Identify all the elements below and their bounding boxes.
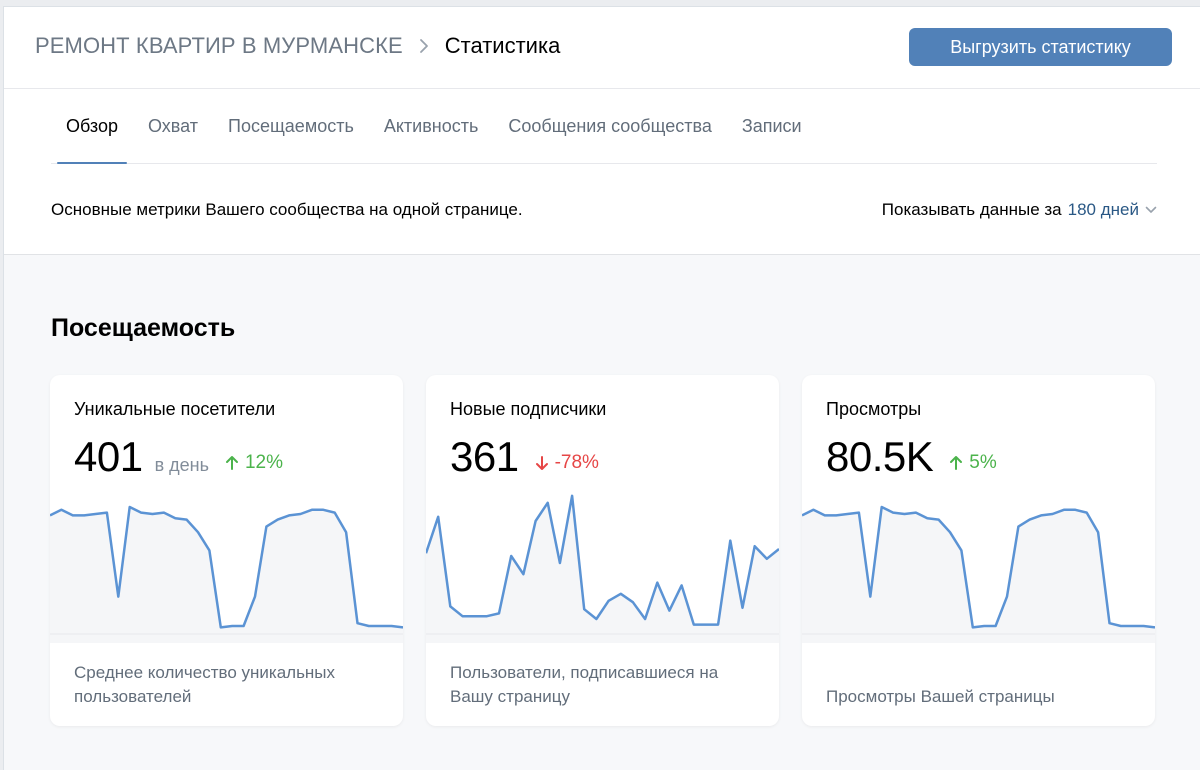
metric-card-new-subscribers[interactable]: Новые подписчики 361 -78% Пользователи, … xyxy=(426,375,779,726)
card-description: Среднее количество уникальных пользовате… xyxy=(74,663,336,706)
breadcrumb-community-link[interactable]: РЕМОНТ КВАРТИР В МУРМАНСКЕ xyxy=(35,33,403,59)
metric-card-unique-visitors[interactable]: Уникальные посетители 401 в день 12% Сре… xyxy=(50,375,403,726)
tab-posts[interactable]: Записи xyxy=(727,89,817,163)
chart-area xyxy=(50,507,403,643)
section-title: Посещаемость xyxy=(51,314,236,342)
metric-card-page-views[interactable]: Просмотры 80.5K 5% Просмотры Вашей стран… xyxy=(802,375,1155,726)
chevron-right-icon xyxy=(411,36,437,56)
metric-value: 361 xyxy=(450,433,519,480)
tab-community-messages[interactable]: Сообщения сообщества xyxy=(493,89,726,163)
card-title: Просмотры xyxy=(826,399,922,419)
metric-change: 12% xyxy=(225,452,283,474)
tab-reach[interactable]: Охват xyxy=(133,89,213,163)
chevron-down-icon[interactable] xyxy=(1145,206,1157,214)
metric-value: 401 xyxy=(74,433,143,480)
arrow-down-icon xyxy=(535,456,548,470)
period-selector[interactable]: Показывать данные за 180 дней xyxy=(882,200,1157,220)
metric-row: 80.5K 5% xyxy=(826,433,997,481)
period-prefix: Показывать данные за xyxy=(881,200,1062,219)
export-statistics-button[interactable]: Выгрузить статистику xyxy=(909,28,1172,66)
metric-change-value: -78% xyxy=(554,452,599,473)
metric-unit: в день xyxy=(154,455,209,475)
page-views-chart xyxy=(802,505,1155,643)
card-description: Просмотры Вашей страницы xyxy=(826,687,1055,706)
card-title: Новые подписчики xyxy=(450,399,607,419)
metric-change-value: 5% xyxy=(969,452,997,473)
tab-bar: Обзор Охват Посещаемость Активность Сооб… xyxy=(51,89,1157,164)
card-title: Уникальные посетители xyxy=(74,399,276,419)
metric-row: 401 в день 12% xyxy=(74,433,283,481)
metric-row: 361 -78% xyxy=(450,433,599,481)
page-title: Статистика xyxy=(444,33,561,58)
tab-overview[interactable]: Обзор xyxy=(51,89,133,164)
top-panel: РЕМОНТ КВАРТИР В МУРМАНСКЕ Статистика Вы… xyxy=(4,7,1200,255)
metric-change: 5% xyxy=(949,452,997,474)
card-description: Пользователи, подписавшиеся на Вашу стра… xyxy=(450,663,719,706)
metric-value: 80.5K xyxy=(826,433,934,480)
tab-traffic[interactable]: Посещаемость xyxy=(213,89,369,163)
period-value[interactable]: 180 дней xyxy=(1068,200,1139,220)
arrow-up-icon xyxy=(225,456,238,470)
tab-activity[interactable]: Активность xyxy=(369,89,494,163)
overview-description: Основные метрики Вашего сообщества на од… xyxy=(51,200,523,219)
chart-area xyxy=(802,507,1155,643)
metric-change: -78% xyxy=(535,452,599,474)
metric-change-value: 12% xyxy=(244,452,284,473)
page-header: РЕМОНТ КВАРТИР В МУРМАНСКЕ Статистика Вы… xyxy=(4,7,1200,89)
arrow-up-icon xyxy=(950,456,963,470)
unique-visitors-chart xyxy=(50,505,403,643)
app-window: РЕМОНТ КВАРТИР В МУРМАНСКЕ Статистика Вы… xyxy=(3,6,1200,770)
summary-line: Основные метрики Вашего сообщества на од… xyxy=(51,200,1157,220)
new-subscribers-chart xyxy=(426,494,779,643)
breadcrumb: РЕМОНТ КВАРТИР В МУРМАНСКЕ Статистика xyxy=(35,33,560,59)
